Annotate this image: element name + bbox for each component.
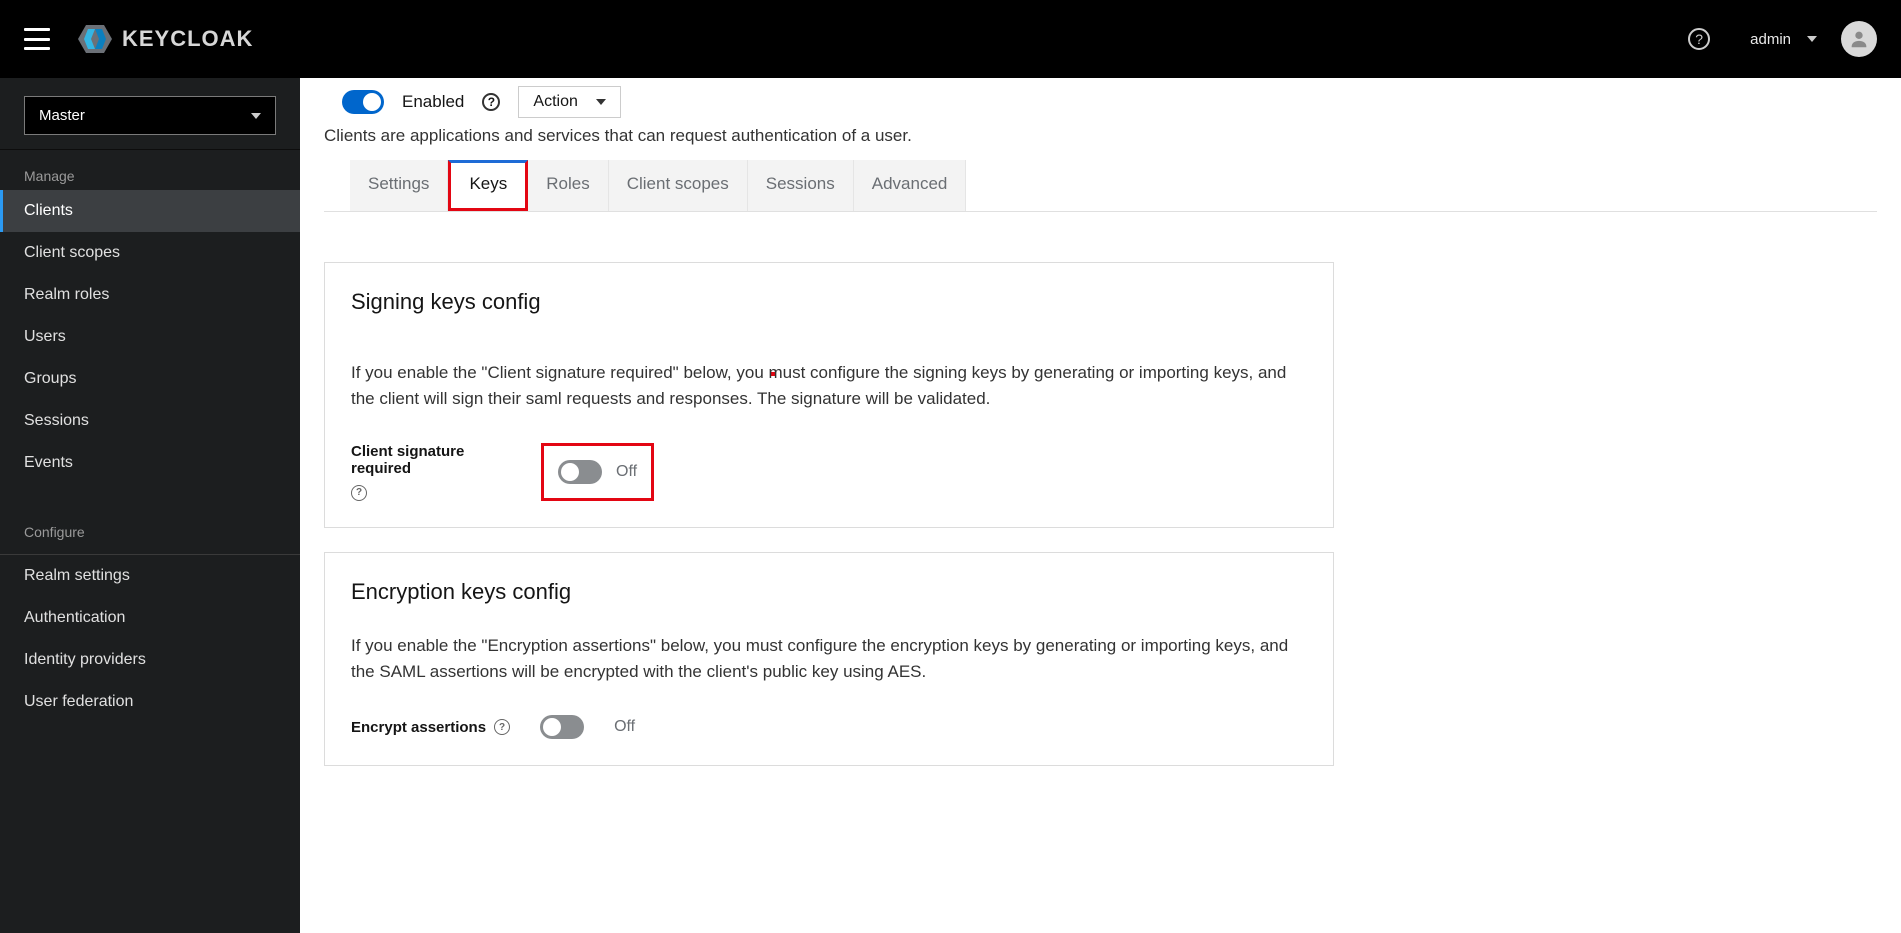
encryption-keys-panel: Encryption keys config If you enable the… bbox=[324, 552, 1334, 767]
brand-text: KEYCLOAK bbox=[122, 26, 253, 52]
hamburger-icon[interactable] bbox=[24, 28, 50, 50]
signing-keys-panel: Signing keys config If you enable the "C… bbox=[324, 262, 1334, 528]
sidebar-item-realm-roles[interactable]: Realm roles bbox=[0, 274, 300, 316]
encrypt-assertions-label: Encrypt assertions ? bbox=[351, 719, 510, 736]
chevron-down-icon bbox=[596, 99, 606, 105]
tabs: SettingsKeysRolesClient scopesSessionsAd… bbox=[350, 160, 966, 211]
toggle-state-label: Off bbox=[614, 718, 635, 736]
clients-description: Clients are applications and services th… bbox=[324, 126, 1877, 160]
realm-selector[interactable]: Master bbox=[24, 96, 276, 135]
help-icon[interactable]: ? bbox=[482, 93, 500, 111]
sidebar-item-events[interactable]: Events bbox=[0, 442, 300, 484]
realm-name: Master bbox=[39, 107, 85, 124]
sidebar-item-clients[interactable]: Clients bbox=[0, 190, 300, 232]
client-header: Enabled ? Action bbox=[324, 78, 1877, 126]
chevron-down-icon bbox=[1807, 36, 1817, 42]
help-icon[interactable]: ? bbox=[494, 719, 510, 735]
tab-keys[interactable]: Keys bbox=[448, 160, 528, 211]
encryption-title: Encryption keys config bbox=[351, 579, 1307, 605]
sidebar: Master Manage ClientsClient scopesRealm … bbox=[0, 78, 300, 933]
enabled-label: Enabled bbox=[402, 92, 464, 112]
tab-advanced[interactable]: Advanced bbox=[854, 160, 967, 211]
user-name: admin bbox=[1750, 31, 1791, 48]
sidebar-item-client-scopes[interactable]: Client scopes bbox=[0, 232, 300, 274]
toggle-state-label: Off bbox=[616, 463, 637, 481]
brand-logo[interactable]: KEYCLOAK bbox=[78, 25, 253, 53]
avatar[interactable] bbox=[1841, 21, 1877, 57]
sidebar-group-configure: Configure bbox=[0, 506, 300, 546]
tab-sessions[interactable]: Sessions bbox=[748, 160, 854, 211]
client-signature-required-label: Client signature required ? bbox=[351, 443, 511, 501]
topbar: KEYCLOAK ? admin bbox=[0, 0, 1901, 78]
signing-description: If you enable the "Client signature requ… bbox=[351, 360, 1307, 413]
action-label: Action bbox=[533, 93, 577, 111]
main-content: Enabled ? Action Clients are application… bbox=[300, 78, 1901, 933]
encrypt-assertions-toggle[interactable] bbox=[540, 715, 584, 739]
sidebar-item-identity-providers[interactable]: Identity providers bbox=[0, 639, 300, 681]
sidebar-item-authentication[interactable]: Authentication bbox=[0, 597, 300, 639]
encryption-description: If you enable the "Encryption assertions… bbox=[351, 633, 1307, 686]
sidebar-group-manage: Manage bbox=[0, 150, 300, 190]
signing-title: Signing keys config bbox=[351, 289, 1307, 315]
help-icon[interactable]: ? bbox=[351, 485, 367, 501]
tab-roles[interactable]: Roles bbox=[528, 160, 608, 211]
annotation-highlight: Off bbox=[541, 443, 654, 501]
client-signature-toggle[interactable] bbox=[558, 460, 602, 484]
action-dropdown[interactable]: Action bbox=[518, 86, 620, 118]
sidebar-item-groups[interactable]: Groups bbox=[0, 358, 300, 400]
sidebar-item-sessions[interactable]: Sessions bbox=[0, 400, 300, 442]
sidebar-item-users[interactable]: Users bbox=[0, 316, 300, 358]
sidebar-item-realm-settings[interactable]: Realm settings bbox=[0, 555, 300, 597]
help-icon[interactable]: ? bbox=[1688, 28, 1710, 50]
user-menu[interactable]: admin bbox=[1750, 31, 1817, 48]
enabled-toggle[interactable] bbox=[342, 90, 384, 114]
chevron-down-icon bbox=[251, 113, 261, 119]
sidebar-item-user-federation[interactable]: User federation bbox=[0, 681, 300, 723]
tab-client-scopes[interactable]: Client scopes bbox=[609, 160, 748, 211]
tab-settings[interactable]: Settings bbox=[350, 160, 448, 211]
